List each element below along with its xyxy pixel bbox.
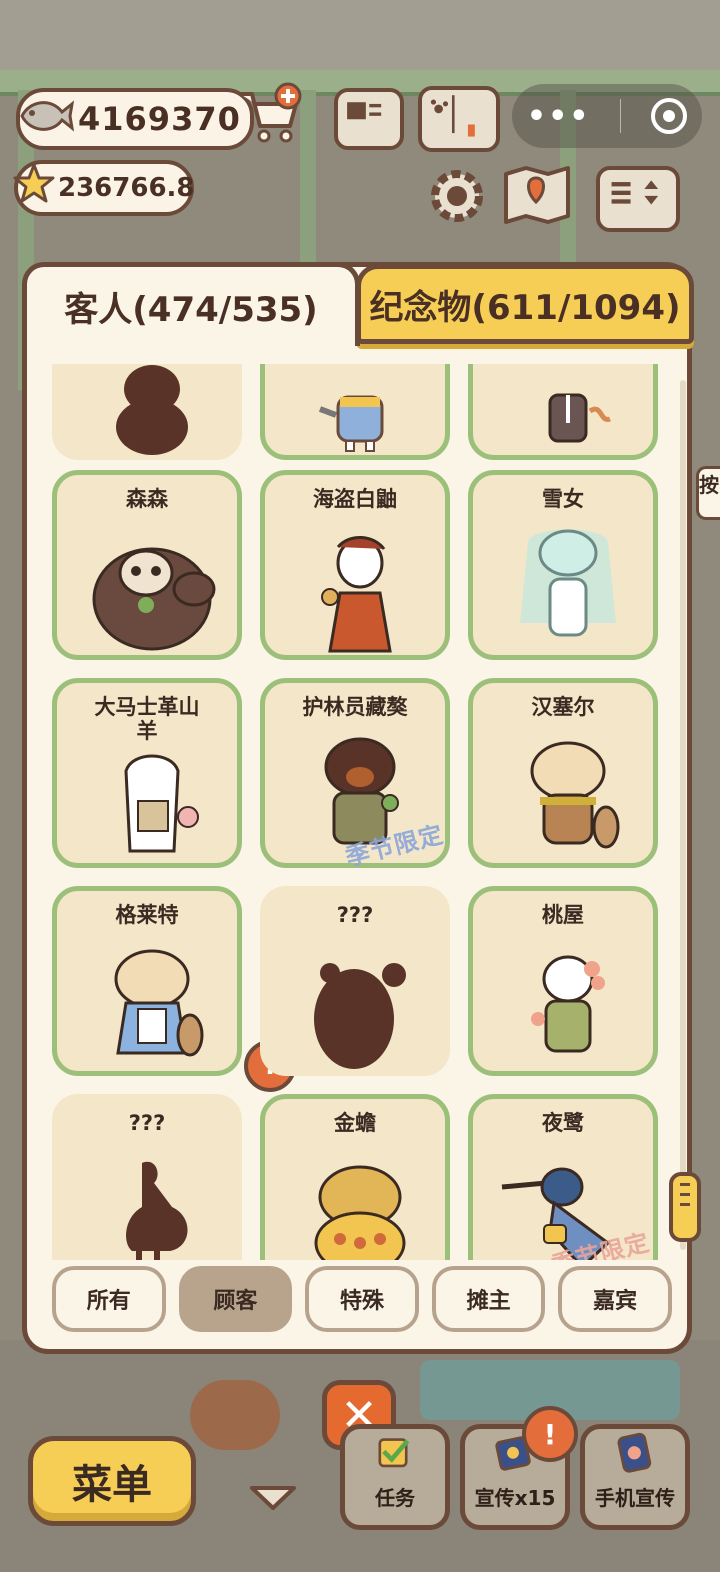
guest-card[interactable]: 汉塞尔 — [468, 678, 658, 868]
guest-card[interactable]: 海盗白鼬 — [260, 470, 450, 660]
guest-name: 护林员藏獒 — [302, 695, 408, 719]
snow-woman-art — [520, 529, 616, 637]
guest-card[interactable]: ??? — [52, 1094, 242, 1260]
chipmunk-gretel-art — [114, 949, 204, 1057]
seasonal-limited-tag: 季节限定 — [548, 1228, 653, 1260]
flower-pot — [190, 1380, 280, 1450]
silhouette-guest-art — [116, 365, 188, 455]
fish-currency-display: 4169370 — [16, 88, 254, 150]
tab-guests[interactable]: 客人(474/535) — [22, 262, 360, 346]
capsule-divider — [620, 99, 622, 133]
promote-label: 宣传x15 — [474, 1486, 556, 1510]
pirate-ermine-art — [321, 536, 392, 653]
scrollbar-thumb[interactable] — [669, 1172, 701, 1242]
mechanic-cat-art — [318, 395, 384, 452]
guest-card[interactable]: 森森 — [52, 470, 242, 660]
guest-card[interactable] — [260, 364, 450, 460]
back-wall — [0, 0, 720, 80]
shop-cart-add-icon[interactable] — [236, 82, 304, 144]
chipmunk-hansel-art — [530, 741, 620, 849]
filter-all[interactable]: 所有 — [52, 1266, 166, 1332]
guest-name: 雪女 — [542, 487, 584, 511]
guest-name: ??? — [336, 903, 374, 927]
close-miniprogram-icon[interactable] — [651, 98, 688, 134]
guest-card[interactable]: 金蟾 — [260, 1094, 450, 1260]
tasks-label: 任务 — [375, 1486, 415, 1510]
scrollbar-track[interactable] — [680, 380, 686, 1250]
guest-card[interactable] — [52, 364, 242, 460]
peach-rabbit-art — [531, 955, 605, 1053]
sloth-guest-art — [92, 547, 216, 651]
settings-gear-icon[interactable] — [422, 164, 492, 228]
filter-special[interactable]: 特殊 — [305, 1266, 419, 1332]
silhouette-guest-art — [126, 1161, 188, 1260]
promote-alert-icon: ! — [522, 1406, 578, 1462]
guest-card[interactable]: 格莱特 — [52, 886, 242, 1076]
filter-vendors[interactable]: 摊主 — [431, 1266, 546, 1332]
mini-program-capsule: ••• — [512, 84, 702, 148]
guest-grid: 森森 海盗白鼬 雪女 大马士革山羊 护林员藏獒 汉塞尔 格莱特 ??? 桃屋 ?… — [40, 364, 670, 1260]
golden-toad-art — [314, 1165, 406, 1260]
sort-options-icon[interactable] — [596, 166, 680, 232]
star-currency-display: 236766.8 — [13, 160, 195, 216]
filter-customers[interactable]: 顾客 — [178, 1266, 293, 1332]
guest-name: 金蟾 — [334, 1111, 376, 1135]
guest-name: 格莱特 — [115, 903, 179, 927]
guest-card[interactable]: 大马士革山羊 — [52, 678, 242, 868]
guest-name: 海盗白鼬 — [313, 487, 397, 511]
guest-name: 汉塞尔 — [531, 695, 595, 719]
star-count: 236766.8 — [58, 173, 195, 203]
guest-filter-bar: 所有 顾客 特殊 摊主 嘉宾 — [52, 1266, 672, 1338]
side-tab[interactable]: 按 — [696, 466, 720, 520]
guest-name: 森森 — [126, 487, 168, 511]
guest-card[interactable]: ??? — [260, 886, 450, 1076]
fish-count: 4169370 — [78, 100, 241, 138]
seasonal-limited-tag-clip: 季节限定 — [540, 1228, 680, 1260]
guest-name: 桃屋 — [542, 903, 584, 927]
map-icon[interactable] — [502, 162, 572, 226]
guest-card[interactable] — [468, 364, 658, 460]
guest-name: ??? — [128, 1111, 166, 1135]
guest-card[interactable]: 桃屋 — [468, 886, 658, 1076]
tab-souvenirs[interactable]: 纪念物(611/1094) — [356, 264, 694, 344]
id-card-icon[interactable] — [334, 88, 404, 150]
butler-cat-art — [548, 393, 611, 443]
chevron-down-icon[interactable] — [248, 1482, 298, 1512]
star-icon — [13, 163, 55, 203]
tasks-button[interactable]: 任务 — [340, 1424, 450, 1530]
phone-promote-label: 手机宣传 — [595, 1486, 675, 1510]
guest-card[interactable]: 雪女 — [468, 470, 658, 660]
filter-vip-guests[interactable]: 嘉宾 — [558, 1266, 672, 1332]
damascus-goat-art — [124, 754, 199, 853]
silhouette-guest-art — [314, 963, 406, 1069]
guest-book-icon[interactable] — [418, 86, 500, 152]
menu-button[interactable]: 菜单 — [28, 1436, 196, 1526]
guest-name: 夜鹭 — [542, 1111, 584, 1135]
fish-icon — [20, 100, 75, 132]
more-button[interactable]: ••• — [527, 99, 591, 134]
phone-promote-button[interactable]: 手机宣传 — [580, 1424, 690, 1530]
